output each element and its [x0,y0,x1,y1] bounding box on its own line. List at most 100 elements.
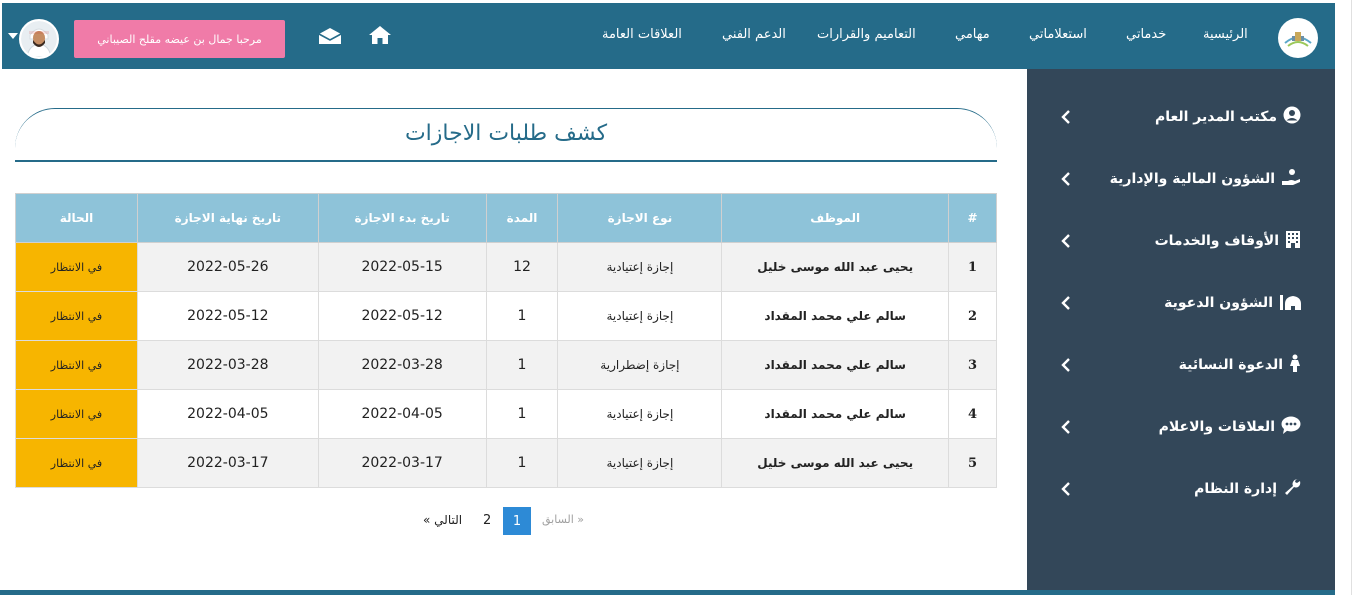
col-header-index: # [948,193,997,243]
sidebar-item-relations-media[interactable]: العلاقات والاعلام [1027,407,1335,447]
chevron-left-icon [1061,482,1070,496]
status-badge: في الانتظار [15,340,138,390]
cell-index: 2 [948,291,997,341]
table-row[interactable]: 2 سالم علي محمد المقداد إجازة إعتيادية 1… [15,291,997,341]
status-badge: في الانتظار [15,438,138,488]
cell-end-date: 2022-03-17 [136,438,319,488]
home-icon[interactable] [368,25,392,49]
site-logo[interactable] [1278,18,1318,58]
cell-index: 3 [948,340,997,390]
wrench-icon [1283,478,1301,500]
sidebar-item-finance-admin[interactable]: الشؤون المالية والإدارية [1027,159,1335,199]
cell-employee: سالم علي محمد المقداد [721,291,950,341]
cell-end-date: 2022-05-26 [136,242,319,292]
user-circle-icon [1283,106,1301,128]
sidebar-item-endowments[interactable]: الأوقاف والخدمات [1027,221,1335,261]
building-icon [1285,230,1301,252]
nav-public-relations[interactable]: العلاقات العامة [602,27,682,42]
cell-duration: 1 [485,291,559,341]
cell-leave-type: إجازة إعتيادية [557,291,723,341]
logo-emblem-icon [1284,32,1312,47]
cell-employee: يحيى عبد الله موسى خليل [721,242,950,292]
chevron-left-icon [1061,358,1070,372]
status-badge: في الانتظار [15,242,138,292]
sidebar-item-system-admin[interactable]: إدارة النظام [1027,469,1335,509]
table-row[interactable]: 5 يحيى عبد الله موسى خليل إجازة إعتيادية… [15,438,997,488]
chevron-left-icon [1061,234,1070,248]
sidebar-item-label: الأوقاف والخدمات [1154,233,1279,249]
welcome-badge[interactable]: مرحبا جمال بن عيضه مقلح الصيباني [74,20,285,58]
chevron-left-icon [1061,296,1070,310]
cell-start-date: 2022-05-12 [317,291,487,341]
nav-my-tasks[interactable]: مهامي [955,27,990,42]
sidebar-item-label: الشؤون الدعوية [1164,295,1273,311]
pagination-prev: « السابق [542,513,585,526]
hand-holding-money-icon [1281,168,1301,190]
cell-duration: 1 [485,340,559,390]
sidebar: مكتب المدير العام الشؤون المالية والإدار… [1027,69,1335,595]
female-icon [1289,354,1301,376]
cell-start-date: 2022-04-05 [317,389,487,439]
nav-my-services[interactable]: خدماتي [1126,27,1166,42]
cell-index: 1 [948,242,997,292]
sidebar-item-label: الدعوة النسائية [1178,357,1283,373]
status-badge: في الانتظار [15,389,138,439]
sidebar-item-women-dawah[interactable]: الدعوة النسائية [1027,345,1335,385]
cell-end-date: 2022-03-28 [136,340,319,390]
pagination-next[interactable]: التالي » [423,513,462,527]
cell-index: 4 [948,389,997,439]
nav-circulars[interactable]: التعاميم والقرارات [817,27,916,42]
sidebar-item-label: مكتب المدير العام [1154,109,1277,125]
page-title: كشف طلبات الاجازات [404,121,608,146]
sidebar-item-label: إدارة النظام [1194,481,1277,497]
col-header-end-date: تاريخ نهاية الاجازة [136,193,319,243]
cell-leave-type: إجازة إضطرارية [557,340,723,390]
pagination-page-1[interactable]: 1 [503,507,531,535]
nav-my-inquiries[interactable]: استعلاماتي [1029,27,1087,42]
pagination-page-2[interactable]: 2 [483,513,491,528]
nav-home[interactable]: الرئيسية [1203,27,1248,42]
cell-employee: يحيى عبد الله موسى خليل [721,438,950,488]
page-title-box: كشف طلبات الاجازات [15,108,997,162]
cell-duration: 12 [485,242,559,292]
nav-tech-support[interactable]: الدعم الفني [722,27,786,42]
sidebar-item-dawah-affairs[interactable]: الشؤون الدعوية [1027,283,1335,323]
col-header-start-date: تاريخ بدء الاجازة [317,193,487,243]
cell-duration: 1 [485,389,559,439]
table-row[interactable]: 1 يحيى عبد الله موسى خليل إجازة إعتيادية… [15,242,997,292]
cell-leave-type: إجازة إعتيادية [557,389,723,439]
avatar[interactable] [19,19,59,59]
leave-requests-table: # الموظف نوع الاجازة المدة تاريخ بدء الا… [15,193,997,488]
scrollbar-track[interactable] [1335,0,1364,595]
sidebar-item-director-office[interactable]: مكتب المدير العام [1027,97,1335,137]
cell-start-date: 2022-03-17 [317,438,487,488]
comment-dots-icon [1281,416,1301,438]
cell-leave-type: إجازة إعتيادية [557,438,723,488]
cell-end-date: 2022-04-05 [136,389,319,439]
col-header-leave-type: نوع الاجازة [557,193,723,243]
cell-employee: سالم علي محمد المقداد [721,340,950,390]
cell-start-date: 2022-05-15 [317,242,487,292]
status-badge: في الانتظار [15,291,138,341]
chevron-left-icon [1061,110,1070,124]
table-row[interactable]: 3 سالم علي محمد المقداد إجازة إضطرارية 1… [15,340,997,390]
chevron-down-icon[interactable] [8,33,18,39]
col-header-status: الحالة [15,193,138,243]
mosque-icon [1279,292,1301,314]
table-row[interactable]: 4 سالم علي محمد المقداد إجازة إعتيادية 1… [15,389,997,439]
cell-leave-type: إجازة إعتيادية [557,242,723,292]
cell-index: 5 [948,438,997,488]
sidebar-item-label: الشؤون المالية والإدارية [1109,171,1275,187]
top-navbar: الرئيسية خدماتي استعلاماتي مهامي التعامي… [2,3,1335,69]
cell-duration: 1 [485,438,559,488]
col-header-duration: المدة [485,193,559,243]
table-header-row: # الموظف نوع الاجازة المدة تاريخ بدء الا… [15,193,997,243]
footer-bar [0,590,1335,595]
col-header-employee: الموظف [721,193,950,243]
chevron-left-icon [1061,420,1070,434]
cell-employee: سالم علي محمد المقداد [721,389,950,439]
cell-start-date: 2022-03-28 [317,340,487,390]
chevron-left-icon [1061,172,1070,186]
envelope-open-icon[interactable] [318,27,342,49]
sidebar-item-label: العلاقات والاعلام [1158,419,1275,435]
